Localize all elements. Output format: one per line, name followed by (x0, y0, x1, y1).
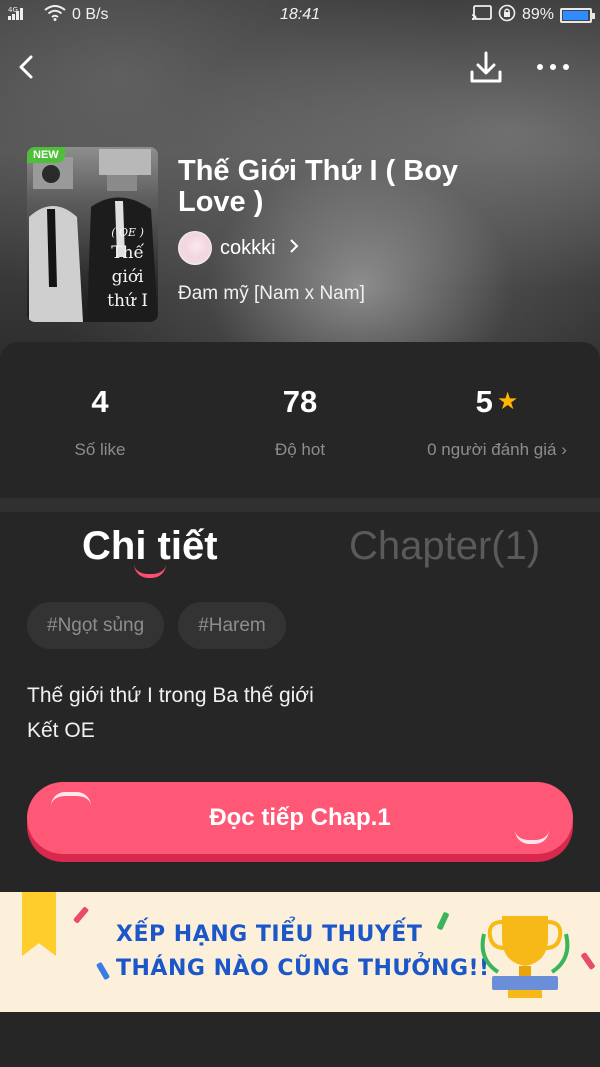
book-genre: Đam mỹ [Nam x Nam] (178, 283, 365, 304)
description-line: Kết OE (27, 719, 95, 742)
rating-value: 5 (475, 384, 493, 419)
bottom-area (0, 1012, 600, 1067)
trophy-icon (480, 916, 570, 998)
hot-label: Độ hot (274, 440, 326, 459)
likes-count: 4 (91, 384, 109, 419)
chevron-left-icon (19, 55, 33, 79)
description-line: Thế giới thứ I trong Ba thế giới (27, 684, 314, 707)
more-options-button[interactable] (532, 52, 576, 82)
promo-banner[interactable]: XẾP HẠNG TIỂU THUYẾT THÁNG NÀO CŨNG THƯỞ… (0, 892, 600, 1012)
tab-chapters[interactable]: Chapter(1) (349, 518, 540, 574)
star-icon: ★ (496, 388, 519, 415)
section-divider (0, 498, 600, 512)
status-bar: 4G 0 B/s 18:41 89% (0, 0, 600, 30)
continue-reading-button[interactable]: Đọc tiếp Chap.1 (27, 782, 573, 854)
download-icon (470, 51, 502, 83)
author-name: cokkki (220, 236, 276, 259)
confetti-decoration (95, 961, 111, 981)
back-button[interactable] (12, 50, 46, 84)
chevron-right-icon (288, 237, 300, 260)
author-avatar (178, 231, 212, 265)
top-bar (0, 46, 600, 90)
tag-chip[interactable]: #Harem (178, 602, 286, 649)
cover-title-art: ( OE ) Thế giới thứ I (107, 226, 148, 311)
book-description: Thế giới thứ I trong Ba thế giới Kết OE (27, 678, 314, 748)
button-shine (515, 830, 549, 844)
stat-hot: 78 Độ hot (200, 382, 400, 460)
continue-reading-label: Đọc tiếp Chap.1 (209, 804, 391, 831)
chevron-right-icon: › (561, 440, 567, 459)
book-cover[interactable]: NEW ( OE ) Thế giới thứ I (27, 147, 158, 322)
confetti-decoration (580, 951, 596, 971)
book-title: Thế Giới Thứ I ( Boy Love ) (178, 155, 459, 218)
stats-row: 4 Số like 78 Độ hot 5 ★ 0 người đánh giá … (0, 382, 600, 492)
hot-count: 78 (282, 384, 318, 419)
rating-count-label: 0 người đánh giá (427, 440, 557, 459)
active-tab-indicator (134, 564, 166, 578)
bookmark-ribbon-icon (22, 892, 56, 956)
battery-icon (560, 7, 595, 23)
banner-subheadline: THÁNG NÀO CŨNG THƯỞNG!! (116, 956, 490, 981)
stat-rating[interactable]: 5 ★ 0 người đánh giá › (397, 382, 597, 460)
likes-label: Số like (74, 440, 126, 459)
author-link[interactable]: cokkki (178, 231, 300, 265)
download-button[interactable] (466, 48, 506, 88)
tag-list: #Ngọt sủng #Harem (27, 602, 286, 649)
banner-headline: XẾP HẠNG TIỂU THUYẾT (116, 922, 423, 947)
rating-link[interactable]: 0 người đánh giá › (397, 440, 597, 460)
more-dots-icon (537, 64, 569, 70)
confetti-decoration (72, 906, 90, 924)
button-shine (51, 792, 91, 806)
clock: 18:41 (279, 6, 321, 23)
stat-likes: 4 Số like (0, 382, 200, 460)
confetti-decoration (436, 911, 450, 931)
new-badge: NEW (27, 147, 65, 163)
tag-chip[interactable]: #Ngọt sủng (27, 602, 165, 649)
